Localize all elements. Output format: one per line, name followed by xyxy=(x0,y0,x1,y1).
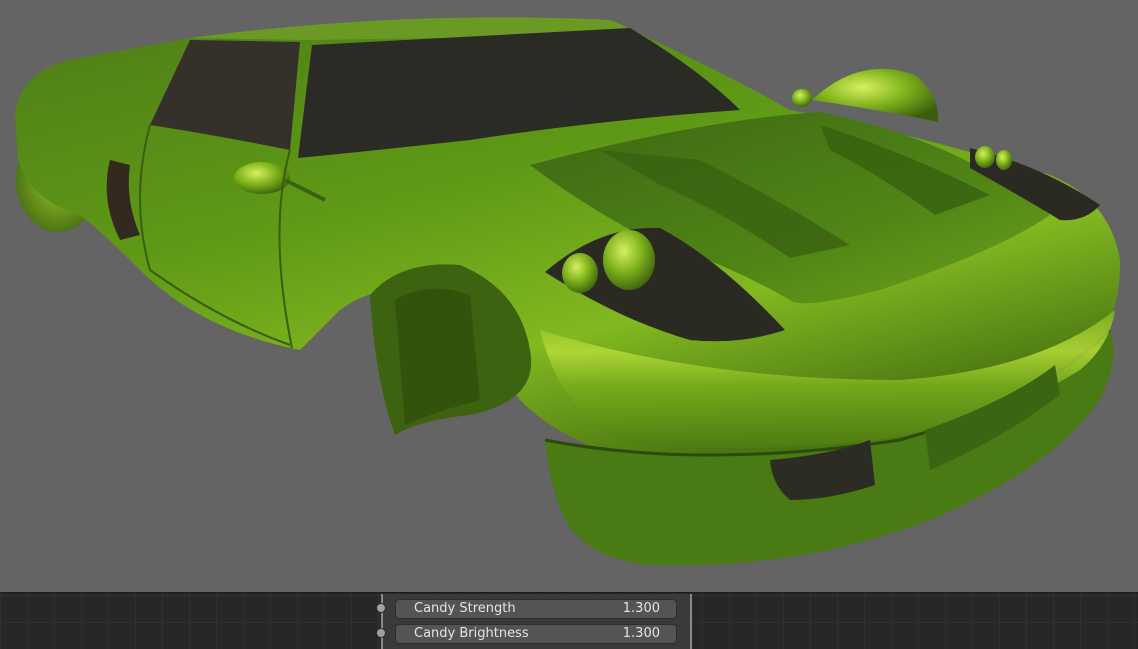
input-socket-candy-strength[interactable] xyxy=(376,603,386,613)
candy-brightness-field[interactable]: Candy Brightness 1.300 xyxy=(395,624,677,644)
blender-window: Candy Strength 1.300 Candy Brightness 1.… xyxy=(0,0,1138,649)
input-socket-candy-brightness[interactable] xyxy=(376,628,386,638)
input-row-candy-brightness: Candy Brightness 1.300 xyxy=(376,623,690,645)
3d-viewport[interactable] xyxy=(0,0,1138,592)
input-row-candy-strength: Candy Strength 1.300 xyxy=(376,598,690,620)
candy-strength-field[interactable]: Candy Strength 1.300 xyxy=(395,599,677,619)
headlight-large xyxy=(603,230,655,290)
field-value: 1.300 xyxy=(622,601,660,616)
headlight-right-1 xyxy=(975,146,995,168)
field-label: Candy Brightness xyxy=(414,626,529,641)
field-label: Candy Strength xyxy=(414,601,516,616)
field-value: 1.300 xyxy=(622,626,660,641)
car-render xyxy=(15,17,1121,566)
rear-dome xyxy=(812,68,939,122)
headlight-small xyxy=(562,253,598,293)
headlight-right-2 xyxy=(996,150,1012,170)
side-mirror-right xyxy=(792,89,812,107)
shader-node[interactable]: Candy Strength 1.300 Candy Brightness 1.… xyxy=(376,594,692,649)
